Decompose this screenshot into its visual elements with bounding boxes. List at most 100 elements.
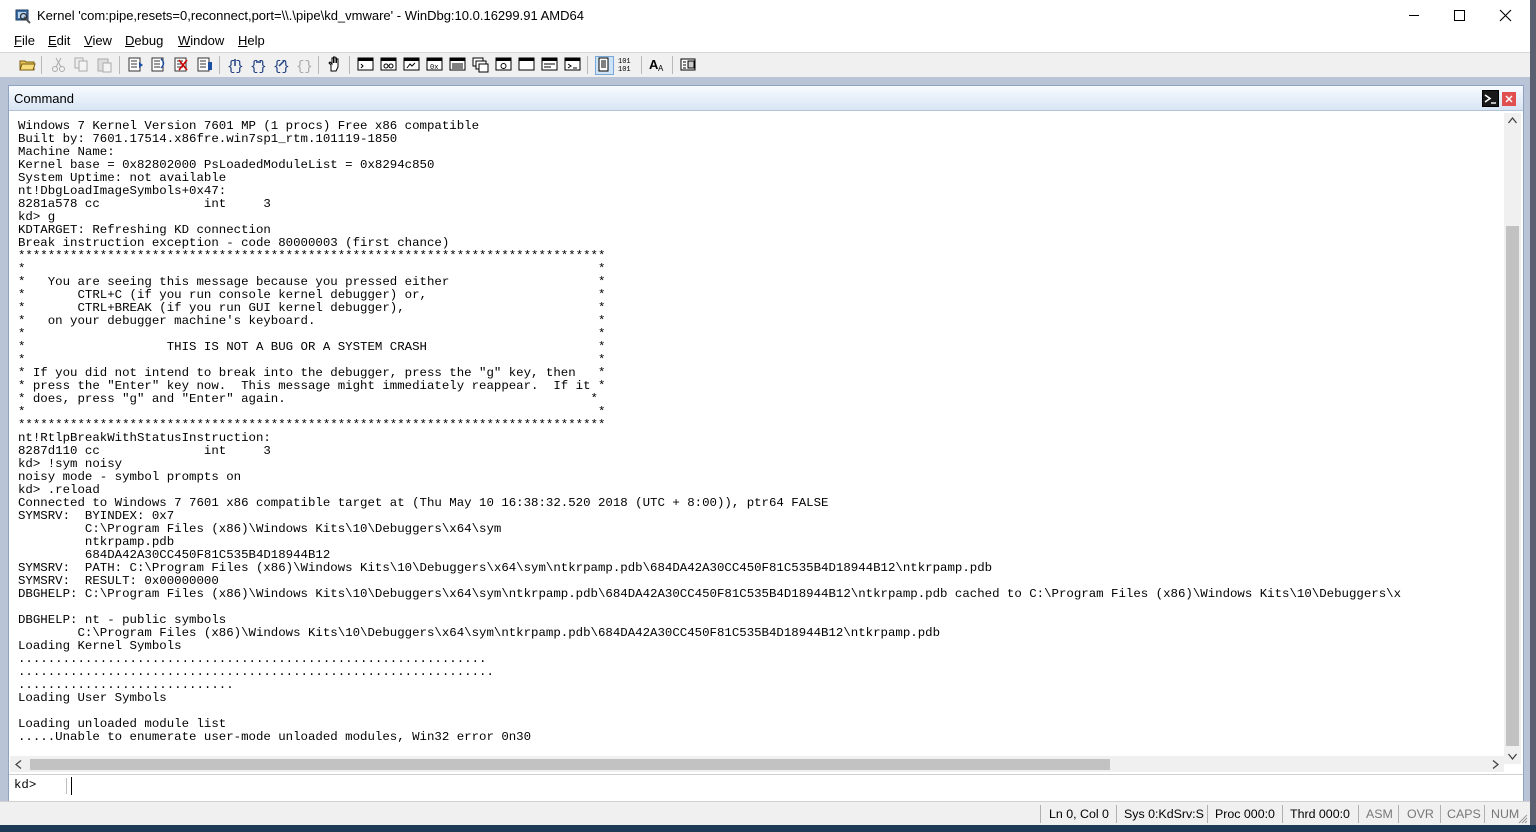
command-output[interactable]: Windows 7 Kernel Version 7601 MP (1 proc… [18, 120, 1506, 760]
options-icon[interactable] [680, 56, 697, 73]
svg-text:101: 101 [618, 66, 631, 73]
status-divider [1116, 805, 1117, 823]
output-line: SYMSRV: PATH: C:\Program Files (x86)\Win… [18, 561, 993, 575]
kd-prompt-label: kd> [14, 778, 67, 794]
status-divider [1358, 805, 1359, 823]
status-divider [1398, 805, 1399, 823]
step-into-icon[interactable] [127, 56, 144, 73]
resize-grip-icon[interactable] [1518, 814, 1528, 824]
menu-help[interactable]: Help [238, 33, 265, 48]
disassembly-window-icon[interactable] [495, 56, 512, 73]
output-line: Built by: 7601.17514.x86fre.win7sp1_rtm.… [18, 132, 398, 146]
scratch-pad-window-icon[interactable] [518, 56, 535, 73]
title-bar: Kernel 'com:pipe,resets=0,reconnect,port… [0, 0, 1530, 31]
toolbar-separator [641, 56, 642, 74]
toolbar-separator [219, 56, 220, 74]
font-icon[interactable]: AA [649, 56, 666, 73]
menu-view[interactable]: View [84, 33, 112, 48]
windbg-app-icon[interactable] [15, 8, 31, 24]
step-out-braces-icon[interactable]: {} [273, 56, 290, 73]
status-system: Sys 0:KdSrv:S [1124, 807, 1204, 821]
output-line: kd> !sym noisy [18, 457, 123, 471]
background-window-edge [1530, 0, 1536, 825]
registers-window-icon[interactable]: 0x [426, 56, 443, 73]
toolbar: {} {} {} {} 0x 10110 [0, 52, 1530, 78]
run-to-cursor-icon[interactable] [196, 56, 213, 73]
horizontal-scroll-thumb[interactable] [30, 759, 1110, 770]
scroll-left-arrow-icon[interactable] [15, 760, 22, 769]
status-asm: ASM [1366, 807, 1393, 821]
status-divider [1484, 805, 1485, 823]
go-braces-icon[interactable]: {} [227, 56, 244, 73]
svg-text:101: 101 [618, 58, 631, 66]
step-braces-icon[interactable]: {} [250, 56, 267, 73]
status-divider [1040, 805, 1041, 823]
copy-icon[interactable] [73, 56, 90, 73]
console-prompt-icon[interactable] [1482, 90, 1499, 107]
cut-icon[interactable] [50, 56, 67, 73]
command-input[interactable] [71, 777, 1514, 795]
open-folder-icon[interactable] [19, 56, 36, 73]
status-line-col: Ln 0, Col 0 [1049, 807, 1109, 821]
output-line: Connected to Windows 7 7601 x86 compatib… [18, 496, 829, 510]
menu-file[interactable]: File [14, 33, 35, 48]
close-button[interactable] [1482, 0, 1528, 31]
hand-icon[interactable] [326, 56, 343, 73]
output-line: System Uptime: not available [18, 171, 227, 185]
output-line: DBGHELP: C:\Program Files (x86)\Windows … [18, 587, 1402, 601]
source-mode-icon[interactable] [595, 56, 614, 75]
menu-edit[interactable]: Edit [48, 33, 70, 48]
step-out-icon[interactable] [173, 56, 190, 73]
memory-window-icon[interactable] [449, 56, 466, 73]
step-over-icon[interactable] [150, 56, 167, 73]
maximize-button[interactable] [1436, 0, 1482, 31]
output-line: Kernel base = 0x82802000 PsLoadedModuleL… [18, 158, 435, 172]
output-line: 8281a578 cc int 3 [18, 197, 271, 211]
output-line: C:\Program Files (x86)\Windows Kits\10\D… [18, 626, 941, 640]
minimize-button[interactable] [1390, 0, 1436, 31]
processes-threads-window-icon[interactable] [541, 56, 558, 73]
menu-debug[interactable]: Debug [125, 33, 163, 48]
mdi-client-area: Command Windows 7 Kernel Version 7601 MP… [0, 77, 1530, 803]
svg-text:0x: 0x [430, 64, 438, 72]
command-window-titlebar[interactable]: Command [9, 86, 1523, 111]
scroll-up-arrow-icon[interactable] [1508, 117, 1517, 124]
locals-window-icon[interactable] [403, 56, 420, 73]
svg-text:{}: {} [296, 59, 313, 73]
hex-mode-icon[interactable]: 101 101 [618, 56, 635, 73]
svg-text:{}: {} [273, 59, 290, 73]
output-line: noisy mode - symbol prompts on [18, 470, 242, 484]
toolbar-separator [41, 56, 42, 74]
close-command-window-icon[interactable] [1502, 92, 1516, 106]
paste-icon[interactable] [96, 56, 113, 73]
status-num: NUM [1491, 807, 1520, 821]
command-window-icon[interactable] [357, 56, 374, 73]
status-ovr: OVR [1407, 807, 1434, 821]
output-line: ........................................… [18, 665, 494, 679]
menu-window[interactable]: Window [178, 33, 224, 48]
status-bar: Ln 0, Col 0 Sys 0:KdSrv:S Proc 000:0 Thr… [0, 801, 1530, 826]
horizontal-scrollbar[interactable] [10, 756, 1504, 772]
scroll-right-arrow-icon[interactable] [1492, 760, 1499, 769]
vertical-scroll-thumb[interactable] [1506, 226, 1519, 746]
close-icon [1499, 9, 1512, 22]
toolbar-separator [587, 56, 588, 74]
disabled-braces-icon[interactable]: {} [296, 56, 313, 73]
watch-window-icon[interactable] [380, 56, 397, 73]
minimize-icon [1409, 15, 1419, 16]
status-thread: Thrd 000:0 [1290, 807, 1350, 821]
svg-text:{}: {} [250, 59, 267, 73]
source-window-icon[interactable] [564, 56, 581, 73]
svg-text:A: A [658, 64, 664, 73]
vertical-scrollbar[interactable] [1504, 113, 1521, 764]
toolbar-separator [672, 56, 673, 74]
call-stack-window-icon[interactable] [472, 56, 489, 73]
status-caps: CAPS [1447, 807, 1481, 821]
maximize-icon [1454, 10, 1465, 21]
output-line: C:\Program Files (x86)\Windows Kits\10\D… [18, 522, 502, 536]
status-divider [1282, 805, 1283, 823]
scroll-down-arrow-icon[interactable] [1508, 753, 1517, 760]
command-window: Command Windows 7 Kernel Version 7601 MP… [8, 85, 1524, 803]
